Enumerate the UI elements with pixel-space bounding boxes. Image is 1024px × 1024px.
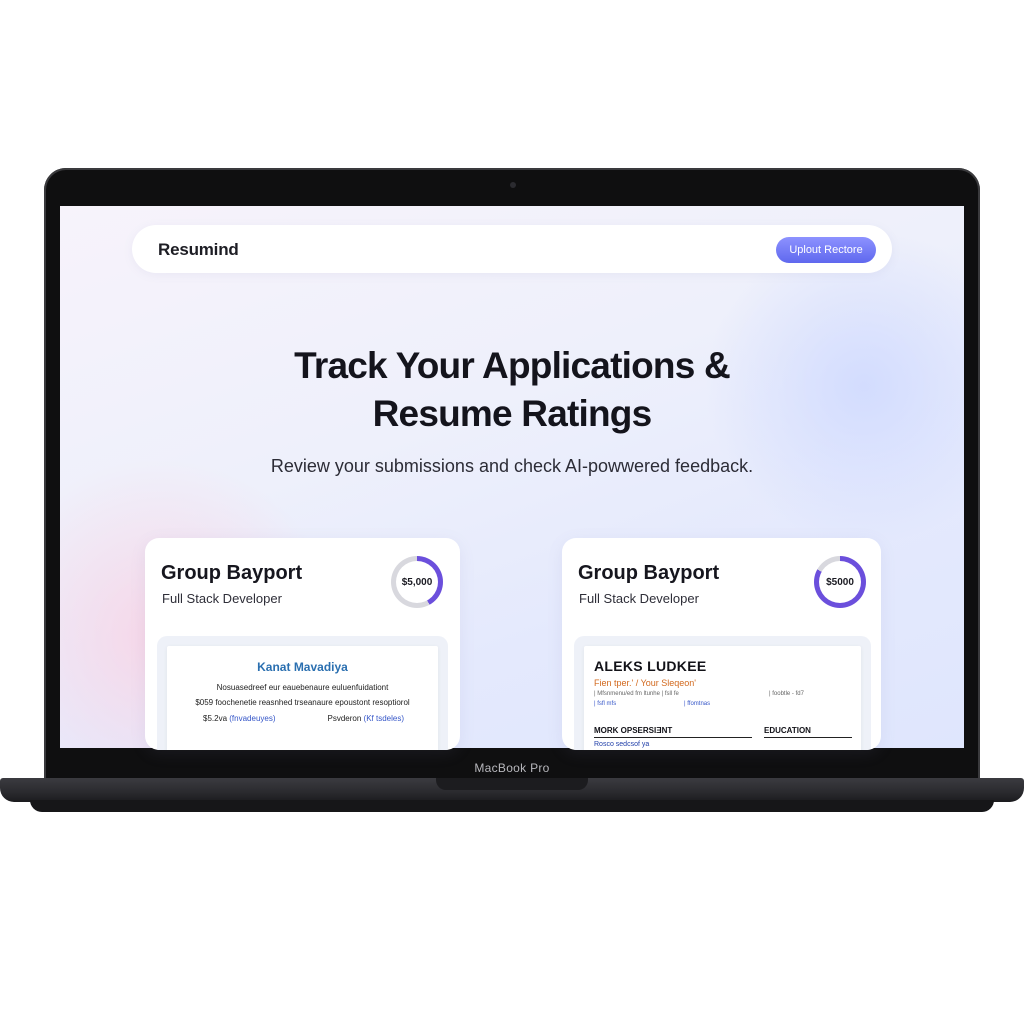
preview-link: | ffomtnas bbox=[684, 701, 711, 707]
company-name: Group Bayport bbox=[578, 562, 720, 584]
app-logo[interactable]: Resumind bbox=[158, 240, 239, 260]
preview-contact: | Mfsnmenu/ed fm ltunhe | fsll fe bbox=[594, 691, 679, 697]
preview-detail-right: Psvderon (Kf tsdeles) bbox=[328, 714, 405, 723]
preview-line: $059 foochenetie reasnhed trseanaure epo… bbox=[195, 698, 410, 707]
preview-section-heading: EDUCATION bbox=[764, 726, 852, 738]
navbar: Resumind Uplout Rectore bbox=[132, 225, 892, 273]
preview-detail-link: (Kf tsdeles) bbox=[363, 714, 404, 723]
resume-preview[interactable]: ALEKS LUDKEE Fien tper.' / Your Sleqeon'… bbox=[584, 646, 861, 750]
preview-detail-link: (fnvadeuyes) bbox=[229, 714, 276, 723]
hero-subtitle: Review your submissions and check AI-pow… bbox=[270, 456, 754, 476]
preview-subheading: Rosco sedcsof ya bbox=[594, 741, 650, 748]
upload-resume-button[interactable]: Uplout Rectore bbox=[776, 237, 876, 263]
resume-preview-frame: Kanat Mavadiya Nosuasedreef eur eauebena… bbox=[157, 636, 448, 750]
preview-name: Kanat Mavadiya bbox=[257, 660, 348, 674]
job-role: Full Stack Developer bbox=[579, 591, 699, 606]
preview-section-heading: MORK OPSERSIƎNT bbox=[594, 726, 752, 738]
score-ring: $5,000 bbox=[391, 556, 443, 608]
laptop-foot bbox=[30, 800, 994, 812]
preview-detail-text: Psvderon bbox=[327, 714, 362, 723]
hero-title-line2: Resume Ratings bbox=[372, 393, 653, 434]
preview-detail-text: $5.2va bbox=[203, 714, 228, 723]
resume-preview-frame: ALEKS LUDKEE Fien tper.' / Your Sleqeon'… bbox=[574, 636, 871, 750]
hero-title-line1: Track Your Applications & bbox=[294, 345, 731, 386]
preview-name: ALEKS LUDKEE bbox=[594, 658, 707, 674]
preview-detail-left: $5.2va (fnvadeuyes) bbox=[203, 714, 276, 723]
resume-card[interactable]: Group Bayport Full Stack Developer $5,00… bbox=[145, 538, 460, 750]
hero-title: Track Your Applications & Resume Ratings bbox=[60, 342, 964, 438]
score-value: $5,000 bbox=[396, 561, 438, 603]
camera-icon bbox=[510, 182, 516, 188]
preview-link: | fsfl mfs bbox=[594, 701, 617, 707]
preview-job-title: Fien tper.' / Your Sleqeon' bbox=[594, 678, 697, 688]
preview-contact: | foobtle - fd7 bbox=[769, 691, 804, 697]
resume-card[interactable]: Group Bayport Full Stack Developer $5000… bbox=[562, 538, 881, 750]
resume-preview[interactable]: Kanat Mavadiya Nosuasedreef eur eauebena… bbox=[167, 646, 438, 750]
device-label: MacBook Pro bbox=[474, 761, 550, 775]
company-name: Group Bayport bbox=[161, 562, 303, 584]
score-value: $5000 bbox=[819, 561, 861, 603]
score-ring: $5000 bbox=[814, 556, 866, 608]
job-role: Full Stack Developer bbox=[162, 591, 282, 606]
laptop-notch bbox=[436, 778, 588, 790]
preview-line: Nosuasedreef eur eauebenaure euluenfuida… bbox=[216, 683, 389, 692]
